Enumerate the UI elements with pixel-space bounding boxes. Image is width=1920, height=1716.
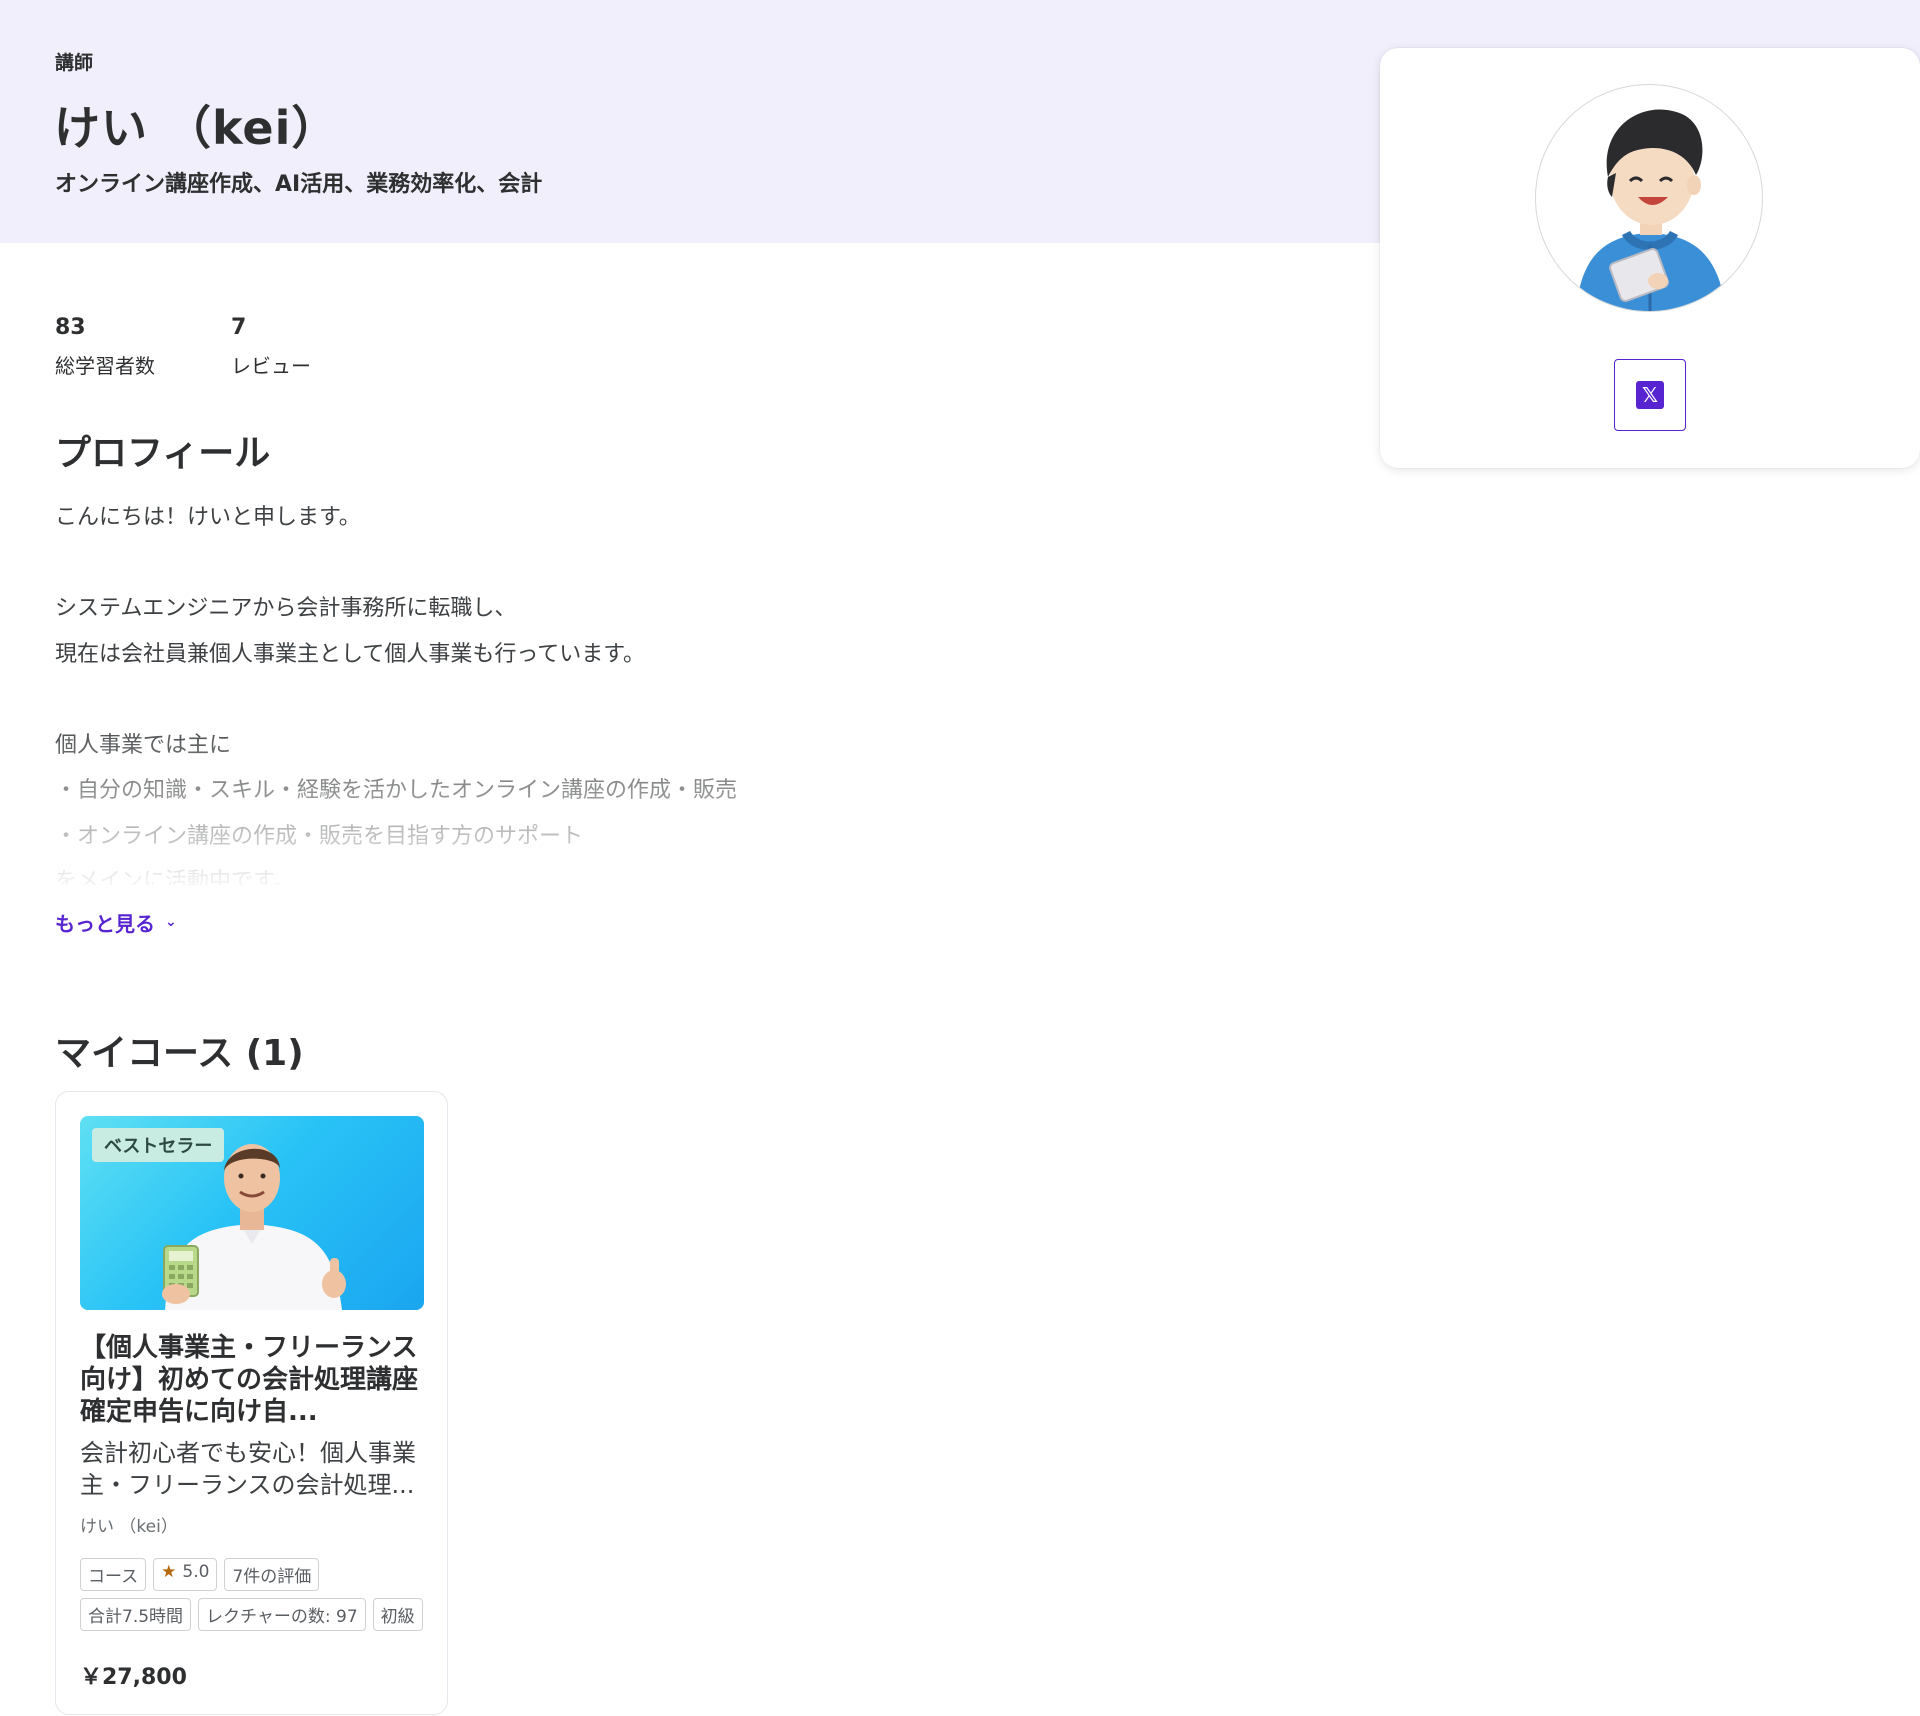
avatar bbox=[1535, 84, 1763, 312]
tag-total-hours: 合計7.5時間 bbox=[80, 1598, 192, 1631]
profile-line: 個人事業では主に bbox=[55, 732, 232, 758]
tag-review-count: 7件の評価 bbox=[224, 1558, 320, 1591]
stat-label: 総学習者数 bbox=[55, 354, 155, 378]
course-author: けい （kei） bbox=[80, 1517, 178, 1537]
role-label: 講師 bbox=[55, 52, 94, 74]
stat-label: レビュー bbox=[231, 354, 311, 378]
course-thumbnail[interactable]: ベストセラー bbox=[80, 1116, 424, 1310]
stat-value: 7 bbox=[231, 315, 247, 340]
instructor-side-card: 𝕏 bbox=[1380, 48, 1920, 468]
profile-line bbox=[55, 677, 955, 723]
course-tags: コース ★ 5.0 7件の評価 合計7.5時間 レクチャーの数: 97 初級 bbox=[80, 1558, 430, 1631]
course-card[interactable]: ベストセラー 【個人事業主・フリーランス向け】初めての会計処理講座 確定申告に向… bbox=[55, 1091, 448, 1715]
x-social-button[interactable]: 𝕏 bbox=[1614, 359, 1686, 431]
tag-rating: ★ 5.0 bbox=[153, 1558, 218, 1591]
x-icon: 𝕏 bbox=[1636, 381, 1664, 409]
instructor-headline: オンライン講座作成、AI活用、業務効率化、会計 bbox=[55, 172, 543, 197]
chevron-down-icon: ⌄ bbox=[165, 913, 177, 930]
course-title[interactable]: 【個人事業主・フリーランス向け】初めての会計処理講座 確定申告に向け自... bbox=[80, 1332, 424, 1428]
course-description: 会計初心者でも安心！個人事業主・フリーランスの会計処理... bbox=[80, 1439, 416, 1499]
profile-line bbox=[55, 541, 955, 587]
profile-line: 現在は会社員兼個人事業主として個人事業も行っています。 bbox=[55, 641, 646, 667]
profile-line: ・自分の知識・スキル・経験を活かしたオンライン講座の作成・販売 bbox=[55, 778, 738, 803]
stat-total-students: 83 総学習者数 bbox=[55, 315, 231, 379]
rating-value: 5.0 bbox=[182, 1562, 210, 1582]
profile-line: をメインに活動中です。 bbox=[55, 869, 295, 894]
my-courses-title: マイコース (1) bbox=[55, 1033, 304, 1074]
course-price: ￥27,800 bbox=[80, 1665, 187, 1690]
tag-level: 初級 bbox=[372, 1598, 423, 1631]
instructor-stats: 83 総学習者数 7 レビュー bbox=[55, 315, 407, 379]
tag-lecture-count: レクチャーの数: 97 bbox=[198, 1598, 366, 1631]
instructor-name: けい （kei） bbox=[54, 101, 339, 155]
stat-value: 83 bbox=[55, 315, 86, 340]
star-icon: ★ bbox=[161, 1562, 177, 1582]
profile-line: こんにちは！けいと申します。 bbox=[55, 505, 361, 530]
profile-line: システムエンジニアから会計事務所に転職し、 bbox=[55, 596, 517, 621]
tag-type: コース bbox=[80, 1558, 147, 1591]
stat-reviews: 7 レビュー bbox=[231, 315, 407, 379]
show-more-label: もっと見る bbox=[55, 912, 155, 936]
show-more-button[interactable]: もっと見る ⌄ bbox=[55, 908, 177, 937]
bestseller-badge: ベストセラー bbox=[92, 1128, 225, 1162]
profile-line: ・オンライン講座の作成・販売を目指す方のサポート bbox=[55, 823, 584, 849]
profile-text: こんにちは！けいと申します。 システムエンジニアから会計事務所に転職し、 現在は… bbox=[55, 495, 955, 894]
avatar-illustration bbox=[1576, 109, 1726, 311]
profile-title: プロフィール bbox=[55, 433, 271, 474]
